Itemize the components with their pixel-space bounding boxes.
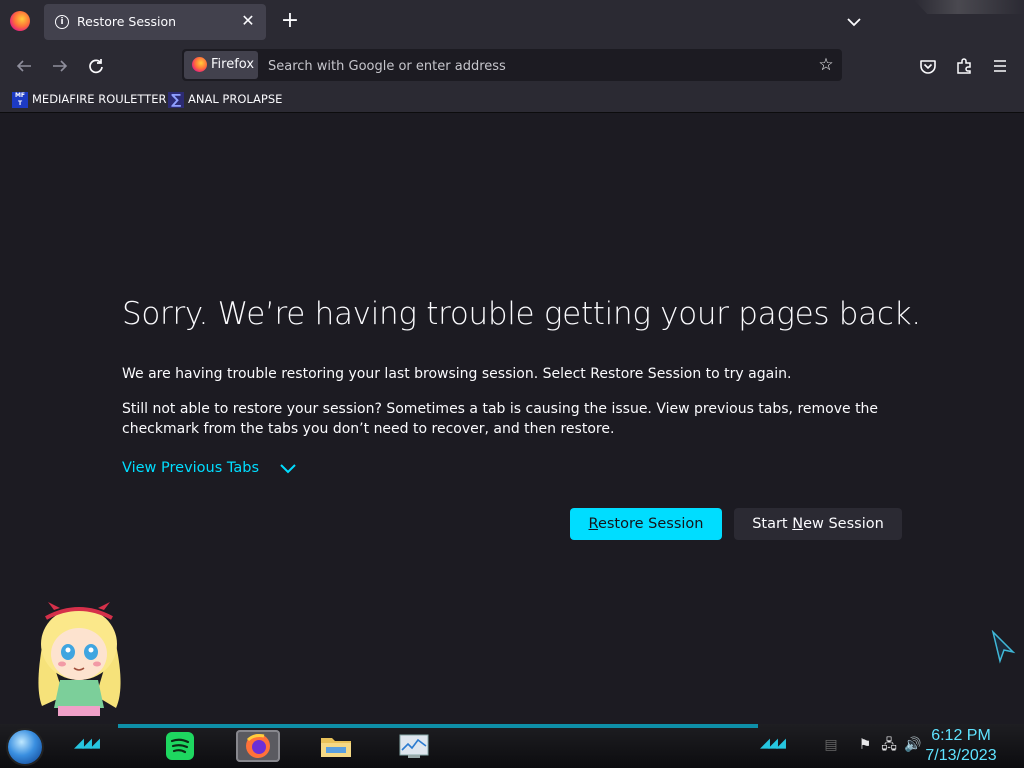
firefox-icon: [246, 734, 270, 758]
view-previous-tabs-label: View Previous Tabs: [122, 460, 260, 476]
button-label: ew Session: [803, 516, 884, 532]
url-bar[interactable]: Firefox ☆: [182, 49, 842, 81]
bookmark-label: ANAL PROLAPSE: [188, 92, 283, 106]
mouse-cursor-icon: [991, 630, 1016, 664]
list-all-tabs-button[interactable]: [842, 10, 866, 34]
info-icon: i: [55, 15, 69, 29]
start-new-session-button[interactable]: Start New Session: [734, 508, 902, 540]
sigma-favicon-icon: ∑: [168, 91, 184, 108]
network-icon[interactable]: 🖧: [880, 736, 898, 754]
taskbar-app-file-explorer[interactable]: [314, 730, 358, 762]
view-previous-tabs-toggle[interactable]: View Previous Tabs: [122, 460, 296, 476]
button-label: Start: [752, 516, 793, 532]
bookmarks-toolbar: MF T MEDIAFIRE ROULETTER ∑ ANAL PROLAPSE: [0, 86, 1024, 113]
bookmark-mediafire-rouletter[interactable]: MF T MEDIAFIRE ROULETTER: [12, 90, 166, 108]
taskbar-decoration: ◢◢◢: [760, 736, 786, 751]
taskbar-app-firefox[interactable]: [236, 730, 280, 762]
firefox-icon: [192, 57, 207, 72]
restore-session-button[interactable]: Restore Session: [570, 508, 722, 540]
session-restore-page: Sorry. We’re having trouble getting your…: [122, 296, 921, 540]
task-manager-icon: [399, 734, 429, 758]
chevron-down-icon: [847, 18, 861, 27]
page-title: Sorry. We’re having trouble getting your…: [122, 296, 921, 332]
taskbar-app-spotify[interactable]: [158, 730, 202, 762]
restore-help-text: Still not able to restore your session? …: [122, 401, 879, 437]
forward-button[interactable]: [46, 52, 74, 80]
spotify-icon: [166, 732, 194, 760]
pocket-icon: [920, 60, 936, 74]
tray-overflow-icon[interactable]: ▤: [822, 736, 840, 754]
identity-label: Firefox: [211, 57, 255, 72]
button-label: estore Session: [597, 516, 704, 532]
file-explorer-icon: [321, 738, 351, 757]
back-button[interactable]: [10, 52, 38, 80]
address-input[interactable]: [266, 53, 810, 79]
bookmark-star-icon[interactable]: ☆: [814, 53, 838, 77]
desktop-mascot-image: [38, 602, 121, 716]
app-menu-button[interactable]: [986, 52, 1014, 80]
action-center-flag-icon[interactable]: ⚑: [856, 736, 874, 754]
reload-icon: [89, 59, 103, 74]
accesskey: N: [792, 516, 804, 532]
bookmark-label: MEDIAFIRE ROULETTER: [32, 92, 167, 106]
clock-time: 6:12 PM: [931, 727, 991, 744]
reload-button[interactable]: [82, 52, 110, 80]
close-tab-icon[interactable]: ✕: [238, 11, 258, 31]
accesskey: R: [588, 516, 598, 532]
mediafire-favicon-icon: MF T: [12, 91, 28, 108]
forward-arrow-icon: [53, 60, 68, 72]
clock-date: 7/13/2023: [925, 747, 997, 764]
taskbar-trim: [118, 724, 758, 728]
start-button[interactable]: [8, 730, 42, 764]
taskbar-clock[interactable]: 6:12 PM 7/13/2023: [916, 726, 1006, 766]
taskbar-decoration: ◢◢◢: [74, 736, 100, 751]
bookmark-anal-prolapse[interactable]: ∑ ANAL PROLAPSE: [168, 90, 282, 108]
puzzle-piece-icon: [957, 58, 971, 74]
extensions-button[interactable]: [950, 52, 978, 80]
firefox-view-icon[interactable]: [10, 11, 30, 31]
titlebar-decoration: [914, 0, 1024, 14]
chevron-down-icon: [280, 464, 296, 474]
restore-description: We are having trouble restoring your las…: [122, 366, 792, 382]
pocket-button[interactable]: [914, 52, 942, 80]
tab-title: Restore Session: [77, 14, 177, 29]
navigation-toolbar: Firefox ☆: [0, 44, 1024, 86]
identity-box[interactable]: Firefox: [184, 51, 258, 79]
tab-restore-session[interactable]: i Restore Session ✕: [44, 4, 266, 40]
tab-strip: i Restore Session ✕ +: [0, 0, 1024, 44]
hamburger-menu-icon: [994, 60, 1006, 72]
new-tab-button[interactable]: +: [278, 10, 302, 34]
taskbar: ◢◢◢ ◢◢◢ ▤ ⚑ 🖧 🔊 6:12 PM 7/13/2023: [0, 724, 1024, 768]
back-arrow-icon: [16, 60, 31, 72]
taskbar-app-task-manager[interactable]: [392, 730, 436, 762]
